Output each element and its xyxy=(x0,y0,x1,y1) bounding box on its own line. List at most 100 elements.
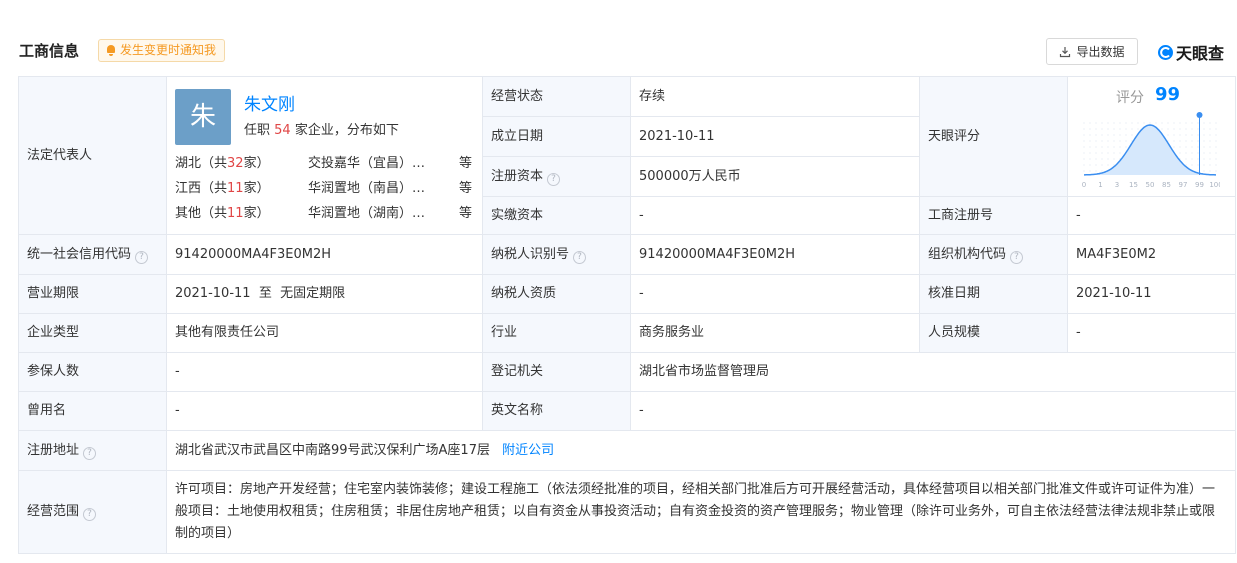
address-label: 注册地址? xyxy=(18,430,167,471)
status-label: 经营状态 xyxy=(482,76,631,117)
grid-dot xyxy=(1107,128,1109,130)
grid-dot xyxy=(1197,164,1199,166)
grid-dot xyxy=(1137,122,1139,124)
region-etc[interactable]: 等 xyxy=(459,154,472,174)
grid-dot xyxy=(1209,128,1211,130)
grid-dot xyxy=(1113,122,1115,124)
grid-dot xyxy=(1089,122,1091,124)
authority-value: 湖北省市场监督管理局 xyxy=(630,352,1236,392)
grid-dot xyxy=(1173,134,1175,136)
legal-rep-name[interactable]: 朱文刚 xyxy=(244,94,295,116)
grid-dot xyxy=(1131,134,1133,136)
export-label: 导出数据 xyxy=(1076,45,1125,59)
grid-dot xyxy=(1197,128,1199,130)
help-icon[interactable]: ? xyxy=(135,250,149,264)
brand-logo[interactable]: 天眼查 xyxy=(1157,40,1224,64)
grid-dot xyxy=(1089,140,1091,142)
business-info-table: 法定代表人 朱 朱文刚 任职 54 家企业，分布如下 湖北（共32家） 交投嘉华… xyxy=(18,76,1236,554)
help-icon[interactable]: ? xyxy=(83,446,97,460)
help-icon[interactable]: ? xyxy=(1010,250,1024,264)
grid-dot xyxy=(1209,170,1211,172)
region-row: 湖北（共32家） 交投嘉华（宜昌）城市发展有限公司 等 xyxy=(175,154,475,174)
grid-dot xyxy=(1191,140,1193,142)
grid-dot xyxy=(1203,140,1205,142)
english-name-value: - xyxy=(630,391,1236,431)
tick-label: 85 xyxy=(1162,181,1171,189)
curve-area xyxy=(1084,125,1216,175)
tick-label: 1 xyxy=(1098,181,1102,189)
region-label[interactable]: 其他（共11家） xyxy=(175,204,270,224)
score-cell[interactable]: 评分 99 0 1 3 15 50 85 97 99 100 xyxy=(1067,76,1236,197)
grid-dot xyxy=(1095,128,1097,130)
grid-dot xyxy=(1179,140,1181,142)
grid-dot xyxy=(1197,140,1199,142)
grid-dot xyxy=(1149,122,1151,124)
grid-dot xyxy=(1185,134,1187,136)
region-etc[interactable]: 等 xyxy=(459,204,472,224)
help-icon[interactable]: ? xyxy=(573,250,587,264)
grid-dot xyxy=(1095,134,1097,136)
grid-dot xyxy=(1107,158,1109,160)
grid-dot xyxy=(1209,146,1211,148)
grid-dot xyxy=(1131,122,1133,124)
regno-label: 工商注册号 xyxy=(919,196,1068,235)
english-name-label: 英文名称 xyxy=(482,391,631,431)
nearby-companies-link[interactable]: 附近公司 xyxy=(502,443,554,458)
grid-dot xyxy=(1101,146,1103,148)
staff-size-value: - xyxy=(1067,313,1236,353)
tick-label: 3 xyxy=(1115,181,1119,189)
grid-dot xyxy=(1083,152,1085,154)
help-icon[interactable]: ? xyxy=(547,172,561,186)
grid-dot xyxy=(1107,134,1109,136)
help-icon[interactable]: ? xyxy=(83,508,97,521)
address-cell: 湖北省武汉市武昌区中南路99号武汉保利广场A座17层 附近公司 xyxy=(166,430,1236,471)
grid-dot xyxy=(1197,122,1199,124)
credit-code-value: 91420000MA4F3E0M2H xyxy=(166,234,483,275)
grid-dot xyxy=(1089,170,1091,172)
region-company-link[interactable]: 交投嘉华（宜昌）城市发展有限公司 xyxy=(308,154,435,174)
avatar[interactable]: 朱 xyxy=(175,89,231,145)
grid-dot xyxy=(1155,122,1157,124)
regno-value: - xyxy=(1067,196,1236,235)
region-company-link[interactable]: 华润置地（湖南）有限公司 xyxy=(308,204,435,224)
region-etc[interactable]: 等 xyxy=(459,179,472,199)
region-label[interactable]: 湖北（共32家） xyxy=(175,154,270,174)
score-label: 天眼评分 xyxy=(919,76,1068,197)
brand-name: 天眼查 xyxy=(1176,44,1225,63)
grid-dot xyxy=(1185,128,1187,130)
scope-label: 经营范围? xyxy=(18,470,167,554)
legal-rep-label: 法定代表人 xyxy=(18,76,167,235)
score-marker-pin xyxy=(1196,112,1203,118)
staff-size-label: 人员规模 xyxy=(919,313,1068,353)
grid-dot xyxy=(1203,122,1205,124)
tick-label: 0 xyxy=(1082,181,1086,189)
export-button[interactable]: 导出数据 xyxy=(1046,38,1138,65)
grid-dot xyxy=(1101,158,1103,160)
grid-dot xyxy=(1215,164,1217,166)
found-date-label: 成立日期 xyxy=(482,116,631,157)
grid-dot xyxy=(1173,128,1175,130)
region-label[interactable]: 江西（共11家） xyxy=(175,179,270,199)
notify-label: 发生变更时通知我 xyxy=(120,43,217,57)
notify-button[interactable]: 发生变更时通知我 xyxy=(98,39,226,62)
grid-dot xyxy=(1107,140,1109,142)
grid-dot xyxy=(1203,134,1205,136)
tick-label: 97 xyxy=(1179,181,1188,189)
region-company-link[interactable]: 华润置地（南昌）实业有限公司 xyxy=(308,179,435,199)
status-value: 存续 xyxy=(630,76,920,117)
company-type-value: 其他有限责任公司 xyxy=(166,313,483,353)
authority-label: 登记机关 xyxy=(482,352,631,392)
term-value: 2021-10-11 至 无固定期限 xyxy=(166,274,483,314)
grid-dot xyxy=(1215,128,1217,130)
company-type-label: 企业类型 xyxy=(18,313,167,353)
header: 工商信息 发生变更时通知我 导出数据 天眼查 xyxy=(0,0,1237,76)
grid-dot xyxy=(1119,146,1121,148)
brand-logo-icon xyxy=(1158,44,1173,60)
grid-dot xyxy=(1083,140,1085,142)
grid-dot xyxy=(1107,122,1109,124)
grid-dot xyxy=(1179,122,1181,124)
grid-dot xyxy=(1161,128,1163,130)
grid-dot xyxy=(1125,134,1127,136)
grid-dot xyxy=(1167,128,1169,130)
grid-dot xyxy=(1119,140,1121,142)
